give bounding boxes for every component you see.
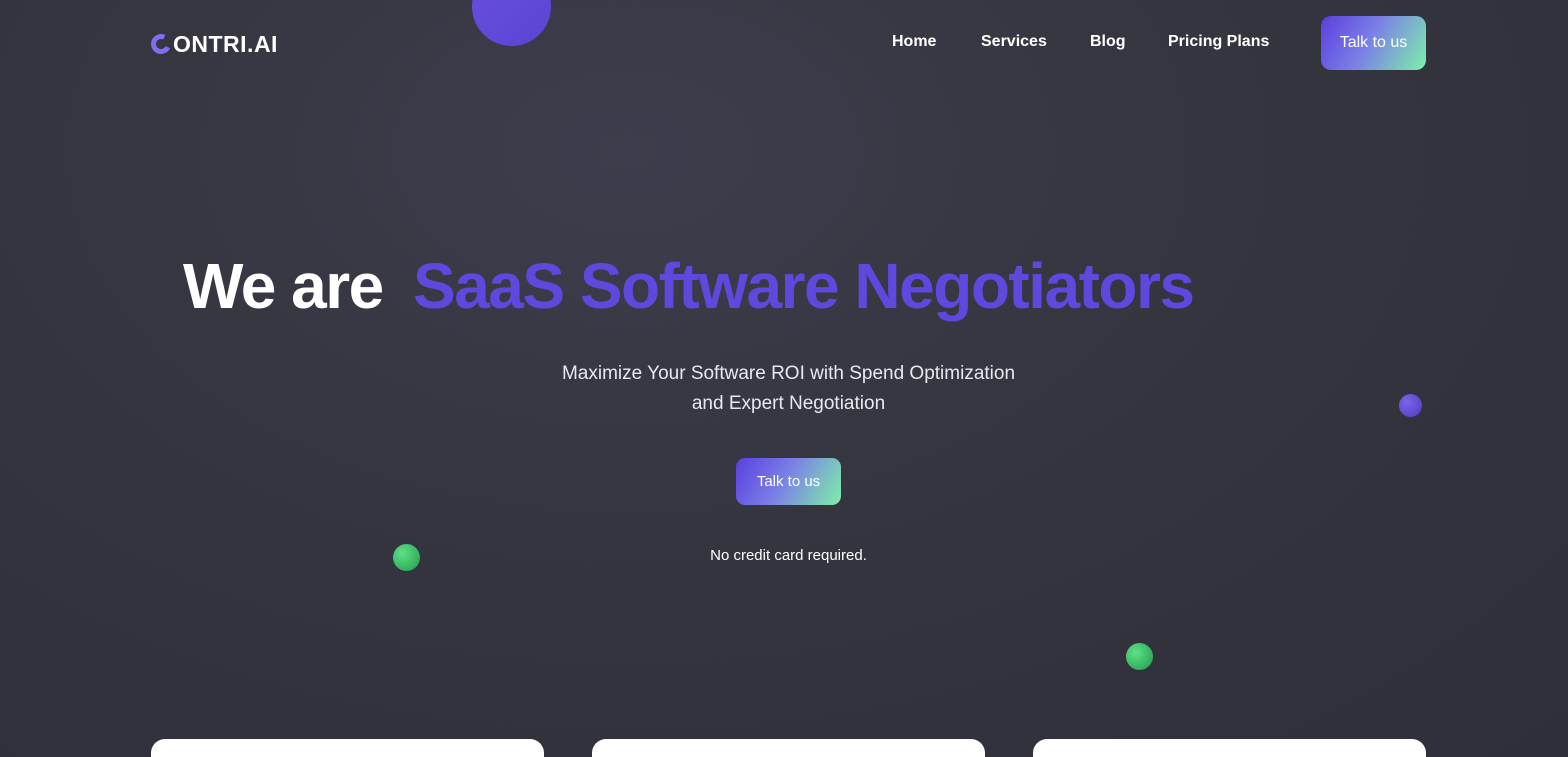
hero-title-accent: SaaS Software Negotiators <box>413 250 1195 322</box>
hero-title: We are SaaS Software Negotiators <box>183 248 1383 324</box>
hero-subtitle-line1: Maximize Your Software ROI with Spend Op… <box>561 363 1016 384</box>
feature-card <box>1033 739 1426 757</box>
hero-subtitle-line2: and Expert Negotiation <box>691 393 886 414</box>
no-credit-card-note: No credit card required. <box>710 547 867 564</box>
nav-pricing-plans[interactable]: Pricing Plans <box>1168 33 1269 51</box>
logo-c-icon <box>148 31 174 57</box>
nav-blog[interactable]: Blog <box>1090 33 1126 51</box>
decorative-circle-green <box>1126 643 1153 670</box>
site-header: ONTRI.AI Home Services Blog Pricing Plan… <box>0 0 1568 86</box>
nav-home[interactable]: Home <box>892 33 936 51</box>
logo-text: ONTRI.AI <box>173 30 278 57</box>
logo[interactable]: ONTRI.AI <box>148 30 278 58</box>
hero-title-plain: We are <box>183 250 384 322</box>
feature-card <box>592 739 985 757</box>
nav-services[interactable]: Services <box>981 33 1047 51</box>
feature-card <box>151 739 544 757</box>
talk-to-us-header-button[interactable]: Talk to us <box>1321 16 1426 70</box>
hero-subtitle: Maximize Your Software ROI with Spend Op… <box>0 359 1568 419</box>
talk-to-us-hero-button[interactable]: Talk to us <box>736 458 841 505</box>
